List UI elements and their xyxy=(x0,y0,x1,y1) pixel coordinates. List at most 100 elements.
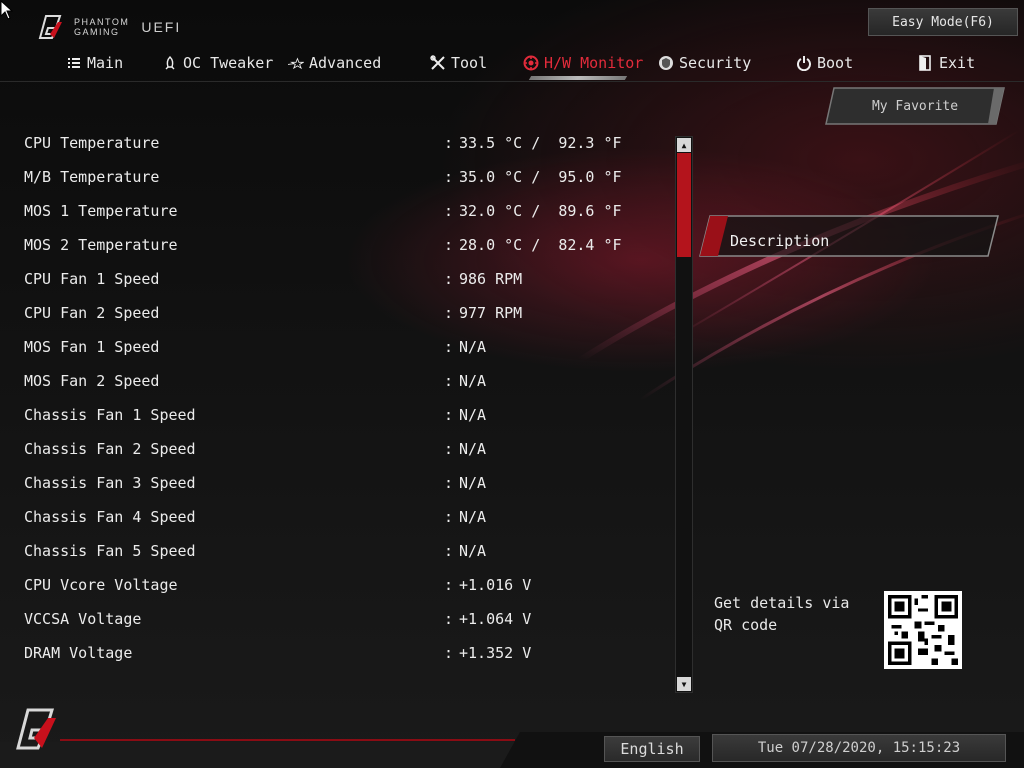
monitor-row-separator: : xyxy=(444,474,454,492)
power-icon xyxy=(796,55,812,71)
my-favorite-button[interactable]: My Favorite xyxy=(824,86,1006,126)
tab-hw-monitor-label: H/W Monitor xyxy=(544,54,644,72)
monitor-row-separator: : xyxy=(444,270,454,288)
monitor-row[interactable]: MOS Fan 1 Speed: N/A xyxy=(24,331,664,365)
monitor-row[interactable]: Chassis Fan 5 Speed: N/A xyxy=(24,535,664,569)
monitor-row-value: 977 RPM xyxy=(459,304,523,322)
monitor-row-separator: : xyxy=(444,168,454,186)
brand-uefi: UEFI xyxy=(141,19,182,35)
monitor-row[interactable]: Chassis Fan 2 Speed: N/A xyxy=(24,433,664,467)
monitor-row[interactable]: MOS 1 Temperature:32.0 °C / 89.6 °F xyxy=(24,195,664,229)
tab-boot[interactable]: Boot xyxy=(796,50,853,76)
monitor-row-label: MOS Fan 1 Speed xyxy=(24,338,160,356)
monitor-row-separator: : xyxy=(444,508,454,526)
tab-oc-tweaker[interactable]: OC Tweaker xyxy=(162,50,273,76)
monitor-row-label: Chassis Fan 2 Speed xyxy=(24,440,196,458)
nav-divider xyxy=(0,81,1024,82)
monitor-row-label: Chassis Fan 1 Speed xyxy=(24,406,196,424)
exit-icon xyxy=(918,55,934,71)
brand-logo: PHANTOM GAMING UEFI xyxy=(36,12,181,42)
top-navigation: Main OC Tweaker Advanced Tool H/W Monito… xyxy=(0,50,1024,80)
monitor-row-separator: : xyxy=(444,542,454,560)
monitor-row-value: N/A xyxy=(459,542,487,560)
monitor-row[interactable]: VCCSA Voltage: +1.064 V xyxy=(24,603,664,637)
monitor-row[interactable]: CPU Temperature:33.5 °C / 92.3 °F xyxy=(24,127,664,161)
monitor-row-separator: : xyxy=(444,304,454,322)
monitor-row-separator: : xyxy=(444,576,454,594)
monitor-row-value: N/A xyxy=(459,474,487,492)
tools-icon xyxy=(430,55,446,71)
system-datetime: Tue 07/28/2020, 15:15:23 xyxy=(712,734,1006,762)
qr-caption: Get details via QR code xyxy=(714,594,850,634)
monitor-row[interactable]: Chassis Fan 3 Speed: N/A xyxy=(24,467,664,501)
scrollbar-thumb[interactable] xyxy=(677,153,691,257)
monitor-row-label: DRAM Voltage xyxy=(24,644,133,662)
tab-security-label: Security xyxy=(679,54,752,72)
tab-hw-monitor[interactable]: H/W Monitor xyxy=(523,50,643,76)
monitor-row[interactable]: Chassis Fan 1 Speed: N/A xyxy=(24,399,664,433)
monitor-row-label: CPU Vcore Voltage xyxy=(24,576,178,594)
monitor-row-label: Chassis Fan 4 Speed xyxy=(24,508,196,526)
monitor-row-value: +1.352 V xyxy=(459,644,532,662)
description-panel-header: Description xyxy=(698,212,1002,260)
phantom-gaming-footer-logo-icon xyxy=(16,708,56,750)
mouse-cursor-icon xyxy=(0,0,14,20)
tab-advanced[interactable]: Advanced xyxy=(288,50,381,76)
monitor-row-separator: : xyxy=(444,644,454,662)
monitor-row[interactable]: CPU Vcore Voltage: +1.016 V xyxy=(24,569,664,603)
monitor-row-label: MOS Fan 2 Speed xyxy=(24,372,160,390)
scroll-down-icon[interactable]: ▼ xyxy=(677,677,691,691)
active-tab-indicator xyxy=(528,76,628,80)
monitor-row-label: Chassis Fan 5 Speed xyxy=(24,542,196,560)
monitor-row-label: CPU Fan 1 Speed xyxy=(24,270,160,288)
tab-advanced-label: Advanced xyxy=(309,54,382,72)
brand-text: PHANTOM GAMING xyxy=(74,17,129,37)
monitor-row-separator: : xyxy=(444,440,454,458)
tab-main[interactable]: Main xyxy=(66,50,123,76)
monitor-row-value: +1.016 V xyxy=(459,576,532,594)
monitor-row-separator: : xyxy=(444,372,454,390)
monitor-row[interactable]: CPU Fan 2 Speed:977 RPM xyxy=(24,297,664,331)
monitor-row-value: N/A xyxy=(459,508,487,526)
easy-mode-button[interactable]: Easy Mode(F6) xyxy=(868,8,1018,36)
monitor-row-value: +1.064 V xyxy=(459,610,532,628)
description-label: Description xyxy=(730,232,830,250)
tab-tool[interactable]: Tool xyxy=(430,50,487,76)
monitor-row-separator: : xyxy=(444,406,454,424)
shield-icon xyxy=(658,55,674,71)
tab-security[interactable]: Security xyxy=(658,50,751,76)
monitor-row-value: 35.0 °C / 95.0 °F xyxy=(459,168,622,186)
monitor-row[interactable]: MOS Fan 2 Speed: N/A xyxy=(24,365,664,399)
monitor-row[interactable]: Chassis Fan 4 Speed: N/A xyxy=(24,501,664,535)
monitor-row-label: MOS 1 Temperature xyxy=(24,202,178,220)
rocket-icon xyxy=(162,55,178,71)
brand-line1: PHANTOM xyxy=(74,17,130,27)
scroll-up-icon[interactable]: ▲ xyxy=(677,138,691,152)
tab-oc-tweaker-label: OC Tweaker xyxy=(183,54,274,72)
hw-monitor-list: CPU Temperature:33.5 °C / 92.3 °F M/B Tem… xyxy=(24,127,664,671)
monitor-row[interactable]: CPU Fan 1 Speed:986 RPM xyxy=(24,263,664,297)
list-scrollbar[interactable]: ▲ ▼ xyxy=(675,136,693,693)
monitor-row-separator: : xyxy=(444,134,454,152)
tab-exit-label: Exit xyxy=(939,54,976,72)
monitor-row-label: VCCSA Voltage xyxy=(24,610,142,628)
monitor-row-value: 32.0 °C / 89.6 °F xyxy=(459,202,622,220)
monitor-row-value: N/A xyxy=(459,440,487,458)
monitor-row-separator: : xyxy=(444,202,454,220)
monitor-row[interactable]: DRAM Voltage: +1.352 V xyxy=(24,637,664,671)
tab-exit[interactable]: Exit xyxy=(918,50,975,76)
brand-line2: GAMING xyxy=(74,27,120,37)
monitor-row-separator: : xyxy=(444,236,454,254)
monitor-row-separator: : xyxy=(444,610,454,628)
language-button[interactable]: English xyxy=(604,736,700,762)
monitor-row-value: N/A xyxy=(459,406,487,424)
monitor-row[interactable]: M/B Temperature:35.0 °C / 95.0 °F xyxy=(24,161,664,195)
monitor-row-label: CPU Fan 2 Speed xyxy=(24,304,160,322)
monitor-row[interactable]: MOS 2 Temperature:28.0 °C / 82.4 °F xyxy=(24,229,664,263)
monitor-row-label: CPU Temperature xyxy=(24,134,160,152)
monitor-row-label: M/B Temperature xyxy=(24,168,160,186)
tab-boot-label: Boot xyxy=(817,54,854,72)
my-favorite-label: My Favorite xyxy=(871,98,959,114)
tab-tool-label: Tool xyxy=(451,54,488,72)
tab-main-label: Main xyxy=(87,54,124,72)
